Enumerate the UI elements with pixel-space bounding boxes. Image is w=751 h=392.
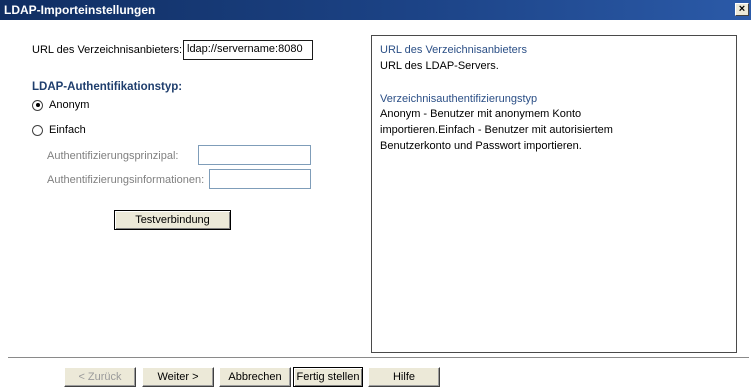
credentials-field[interactable] — [209, 169, 311, 189]
principal-field[interactable] — [198, 145, 311, 165]
radio-simple-label: Einfach — [49, 124, 86, 136]
help-heading-auth: Verzeichnisauthentifizierungstyp — [380, 93, 538, 105]
radio-anonymous-label: Anonym — [49, 99, 90, 111]
test-connection-button[interactable]: Testverbindung — [114, 210, 231, 230]
help-text-auth-line3: Benutzerkonto und Passwort importieren. — [380, 140, 582, 152]
help-text-auth-line2: importieren.Einfach - Benutzer mit autor… — [380, 124, 613, 136]
footer-separator — [8, 357, 749, 359]
radio-anonymous[interactable]: Anonym — [32, 99, 89, 111]
close-icon[interactable]: × — [735, 3, 749, 16]
url-field[interactable]: ldap://servername:8080 — [183, 40, 313, 60]
credentials-label: Authentifizierungsinformationen: — [47, 174, 205, 186]
next-button[interactable]: Weiter > — [142, 367, 214, 387]
help-heading-url: URL des Verzeichnisanbieters — [380, 44, 527, 56]
auth-type-heading: LDAP-Authentifikationstyp: — [32, 81, 183, 93]
help-text-url: URL des LDAP-Servers. — [380, 60, 499, 72]
url-label: URL des Verzeichnisanbieters: — [32, 44, 183, 56]
help-text-auth-line1: Anonym - Benutzer mit anonymem Konto — [380, 108, 582, 120]
title-bar: LDAP-Importeinstellungen × — [0, 0, 751, 20]
radio-simple-indicator[interactable] — [32, 124, 43, 136]
window-title: LDAP-Importeinstellungen — [4, 3, 156, 17]
help-panel: URL des Verzeichnisanbieters URL des LDA… — [371, 35, 737, 353]
cancel-button[interactable]: Abbrechen — [219, 367, 291, 387]
principal-label: Authentifizierungsprinzipal: — [47, 150, 179, 162]
radio-anonymous-indicator[interactable] — [32, 99, 43, 111]
help-button[interactable]: Hilfe — [368, 367, 440, 387]
finish-button[interactable]: Fertig stellen — [293, 367, 363, 387]
radio-simple[interactable]: Einfach — [32, 124, 86, 136]
back-button[interactable]: < Zurück — [64, 367, 136, 387]
